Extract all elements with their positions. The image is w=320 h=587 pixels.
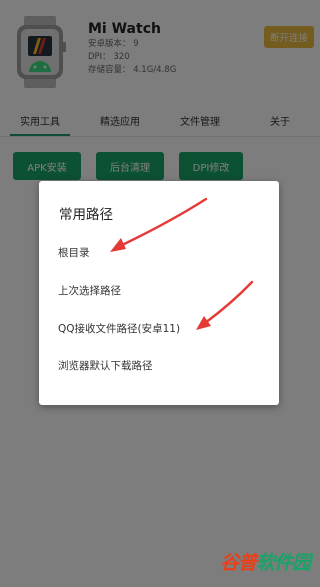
path-item-browser-download[interactable]: 浏览器默认下载路径 — [58, 358, 153, 373]
common-paths-dialog: 常用路径 根目录 上次选择路径 QQ接收文件路径(安卓11) 浏览器默认下载路径 — [39, 181, 279, 405]
path-item-qq-received[interactable]: QQ接收文件路径(安卓11) — [58, 321, 180, 336]
dialog-title: 常用路径 — [59, 207, 113, 223]
watermark-red-text: 谷普 — [220, 552, 257, 574]
path-item-last-selected[interactable]: 上次选择路径 — [58, 283, 121, 298]
path-item-root[interactable]: 根目录 — [58, 245, 90, 260]
watermark-logo: 谷普 软件园 — [220, 548, 311, 575]
watermark-green-text: 软件园 — [256, 552, 311, 574]
